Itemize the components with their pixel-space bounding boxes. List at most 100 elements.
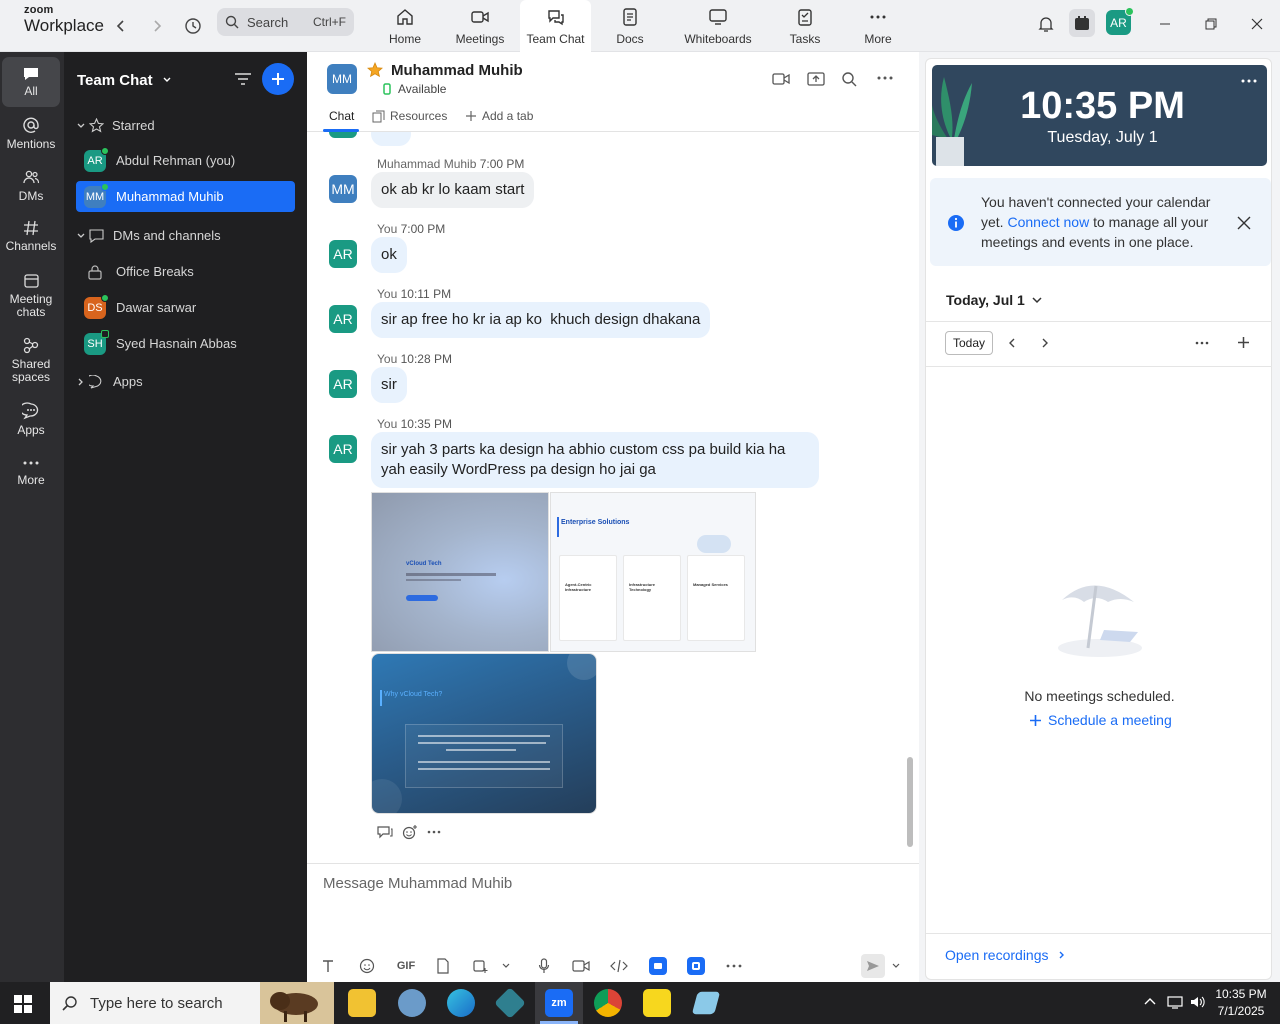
today-button[interactable]: Today — [945, 331, 993, 355]
chevron-down-icon[interactable] — [497, 957, 515, 975]
profile-avatar[interactable]: AR — [1106, 7, 1134, 35]
back-arrow-icon[interactable] — [109, 14, 133, 38]
message-bubble[interactable]: sir ap free ho kr ia ap ko khuch design … — [371, 302, 711, 338]
search-box[interactable]: Search Ctrl+F — [217, 8, 354, 36]
chrome-icon[interactable] — [594, 989, 622, 1017]
more-options-icon[interactable] — [877, 75, 893, 81]
forward-arrow-icon[interactable] — [145, 14, 169, 38]
minimize-icon[interactable] — [1155, 14, 1175, 34]
rail-meeting-chats[interactable]: Meeting chats — [2, 272, 60, 319]
day-selector[interactable]: Today, Jul 1 — [946, 292, 1043, 308]
nav-tasks[interactable]: Tasks — [787, 0, 823, 52]
contact-row-selected[interactable]: MM Muhammad Muhib — [76, 181, 295, 212]
message-avatar[interactable]: AR — [329, 305, 357, 333]
rail-dms[interactable]: DMs — [2, 168, 60, 203]
chat-avatar[interactable]: MM — [327, 64, 357, 94]
message-list[interactable]: Muhammad Muhib 7:00 PM MM ok ab kr lo ka… — [307, 132, 907, 862]
composer-more-icon[interactable] — [725, 957, 743, 975]
panel-title[interactable]: Team Chat — [77, 72, 172, 89]
network-icon[interactable] — [1167, 995, 1183, 1009]
rail-apps[interactable]: Apps — [2, 402, 60, 437]
channel-row[interactable]: SH Syed Hasnain Abbas — [76, 328, 295, 359]
nav-team-chat[interactable]: Team Chat — [520, 0, 591, 52]
code-snippet-icon[interactable] — [610, 957, 628, 975]
windows-start-icon[interactable] — [14, 995, 32, 1013]
message-avatar[interactable]: AR — [329, 435, 357, 463]
zoom-app-icon[interactable]: zm — [545, 989, 573, 1017]
dms-section-header[interactable]: DMs and channels — [76, 220, 295, 251]
star-filled-icon[interactable] — [367, 62, 383, 78]
nav-meetings[interactable]: Meetings — [452, 0, 508, 52]
taskbar-search[interactable]: Type here to search — [50, 982, 334, 1024]
add-event-icon[interactable] — [1237, 336, 1250, 349]
prev-day-icon[interactable] — [1007, 337, 1017, 349]
add-tab-button[interactable]: Add a tab — [465, 109, 533, 123]
starred-section-header[interactable]: Starred — [76, 110, 295, 141]
filter-icon[interactable] — [234, 71, 252, 87]
channel-row[interactable]: Office Breaks — [76, 256, 295, 287]
volume-icon[interactable] — [1190, 995, 1206, 1009]
rail-more[interactable]: More — [2, 456, 60, 487]
clock-more-icon[interactable] — [1241, 79, 1257, 83]
message-composer[interactable]: Message Muhammad Muhib GIF — [307, 863, 919, 982]
share-screen-icon[interactable] — [807, 71, 825, 87]
restore-icon[interactable] — [1201, 14, 1221, 34]
nav-docs[interactable]: Docs — [612, 0, 648, 52]
close-icon[interactable] — [1237, 216, 1251, 230]
open-recordings-link[interactable]: Open recordings — [945, 947, 1067, 963]
vscode-like-icon[interactable] — [494, 987, 526, 1019]
message-avatar[interactable]: AR — [329, 240, 357, 268]
add-reaction-icon[interactable] — [402, 824, 418, 840]
rail-shared-spaces[interactable]: Shared spaces — [2, 336, 60, 384]
search-chat-icon[interactable] — [841, 71, 857, 87]
tab-chat[interactable]: Chat — [329, 109, 354, 123]
message-avatar[interactable]: AR — [329, 370, 357, 398]
message-bubble[interactable]: sir yah 3 parts ka design ha abhio custo… — [371, 432, 819, 488]
message-bubble[interactable]: ok ab kr lo kaam start — [371, 172, 535, 208]
notepad-icon[interactable] — [691, 991, 721, 1015]
app-integration-icon[interactable] — [649, 957, 667, 975]
image-attachment-1[interactable]: vCloud Tech — [371, 492, 549, 652]
scrollbar-thumb[interactable] — [907, 757, 913, 847]
channel-row[interactable]: DS Dawar sarwar — [76, 292, 295, 323]
rail-mentions[interactable]: Mentions — [2, 116, 60, 151]
close-window-icon[interactable] — [1247, 14, 1267, 34]
message-bubble[interactable]: ok — [371, 237, 407, 273]
history-icon[interactable] — [181, 14, 205, 38]
video-call-icon[interactable] — [772, 71, 790, 87]
rail-all[interactable]: All — [2, 57, 60, 107]
image-attachment-3[interactable]: Why vCloud Tech? — [371, 653, 597, 814]
gif-button[interactable]: GIF — [395, 957, 417, 975]
rail-channels[interactable]: Channels — [2, 220, 60, 253]
message-avatar[interactable]: MM — [329, 175, 357, 203]
taskbar-clock[interactable]: 10:35 PM 7/1/2025 — [1208, 986, 1274, 1020]
schedule-meeting-link[interactable]: Schedule a meeting — [1029, 712, 1172, 728]
send-icon[interactable] — [861, 954, 885, 978]
nav-whiteboards[interactable]: Whiteboards — [680, 0, 756, 52]
chevron-up-icon[interactable] — [1143, 996, 1157, 1006]
reply-icon[interactable] — [377, 825, 393, 839]
file-icon[interactable] — [434, 957, 452, 975]
calendar-more-icon[interactable] — [1195, 341, 1209, 345]
nav-more[interactable]: More — [860, 0, 896, 52]
nav-home[interactable]: Home — [385, 0, 425, 52]
apps-section-header[interactable]: Apps — [76, 366, 295, 397]
sticky-notes-icon[interactable] — [643, 989, 671, 1017]
contact-row[interactable]: AR Abdul Rehman (you) — [76, 145, 295, 176]
screenshot-icon[interactable] — [471, 957, 489, 975]
app-integration-2-icon[interactable] — [687, 957, 705, 975]
message-bubble[interactable]: sir — [371, 367, 407, 403]
bell-icon[interactable] — [1036, 14, 1056, 34]
edge-browser-icon[interactable] — [447, 989, 475, 1017]
video-message-icon[interactable] — [572, 957, 590, 975]
new-chat-button[interactable] — [262, 63, 294, 95]
message-more-icon[interactable] — [427, 830, 441, 834]
emoji-icon[interactable] — [358, 957, 376, 975]
calendar-toggle-icon[interactable] — [1069, 9, 1095, 37]
connect-now-link[interactable]: Connect now — [1007, 214, 1089, 230]
tab-resources[interactable]: Resources — [372, 109, 447, 123]
send-options-chevron-icon[interactable] — [887, 957, 905, 975]
file-explorer-icon[interactable] — [348, 989, 376, 1017]
text-format-icon[interactable] — [319, 957, 337, 975]
paint-app-icon[interactable] — [398, 989, 426, 1017]
